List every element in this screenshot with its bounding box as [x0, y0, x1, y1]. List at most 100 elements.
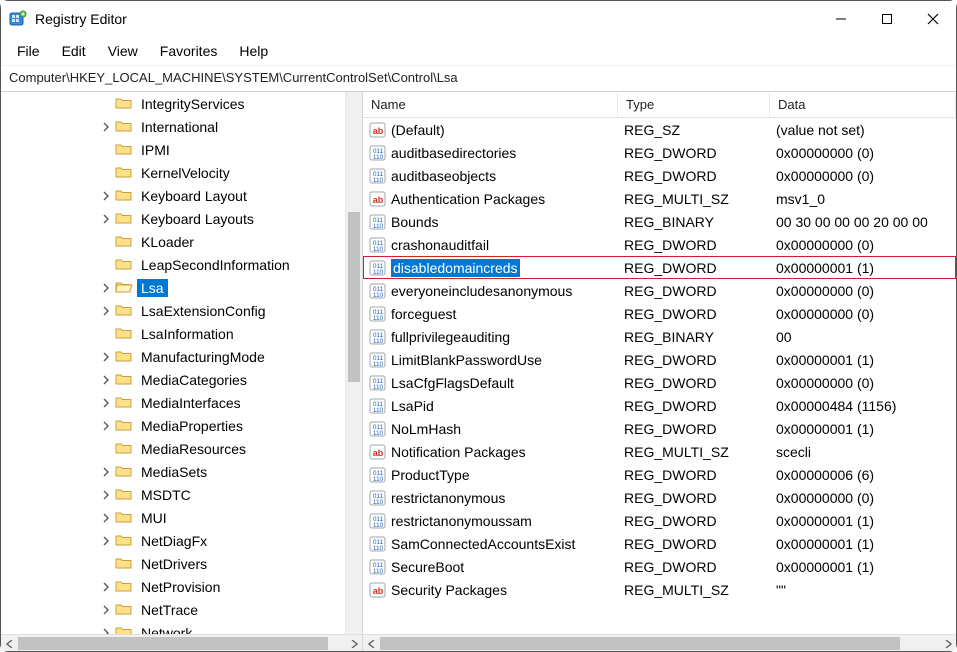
folder-icon: [115, 441, 133, 457]
tree-item-mediainterfaces[interactable]: MediaInterfaces: [1, 391, 362, 414]
chevron-right-icon[interactable]: [99, 511, 113, 525]
tree-item-kloader[interactable]: KLoader: [1, 230, 362, 253]
menu-help[interactable]: Help: [229, 39, 278, 63]
tree-item-netdrivers[interactable]: NetDrivers: [1, 552, 362, 575]
tree-item-lsa[interactable]: Lsa: [1, 276, 362, 299]
binary-value-icon: 011110: [369, 351, 387, 369]
close-button[interactable]: [910, 1, 956, 37]
value-row[interactable]: 011110forceguestREG_DWORD0x00000000 (0): [363, 302, 956, 325]
scrollbar-thumb[interactable]: [380, 637, 900, 650]
tree-item-lsainformation[interactable]: LsaInformation: [1, 322, 362, 345]
column-header-data[interactable]: Data: [770, 93, 956, 116]
app-icon: [9, 10, 27, 28]
chevron-right-icon[interactable]: [99, 373, 113, 387]
value-row[interactable]: abAuthentication PackagesREG_MULTI_SZmsv…: [363, 187, 956, 210]
value-row[interactable]: 011110SecureBootREG_DWORD0x00000001 (1): [363, 555, 956, 578]
value-row[interactable]: 011110restrictanonymousREG_DWORD0x000000…: [363, 486, 956, 509]
tree-item-mediasets[interactable]: MediaSets: [1, 460, 362, 483]
scrollbar-thumb[interactable]: [348, 212, 360, 382]
value-row[interactable]: 011110crashonauditfailREG_DWORD0x0000000…: [363, 233, 956, 256]
value-row[interactable]: abNotification PackagesREG_MULTI_SZscecl…: [363, 440, 956, 463]
tree-item-ipmi[interactable]: IPMI: [1, 138, 362, 161]
value-row[interactable]: 011110disabledomaincredsREG_DWORD0x00000…: [363, 256, 956, 279]
value-row[interactable]: 011110LsaPidREG_DWORD0x00000484 (1156): [363, 394, 956, 417]
chevron-right-icon[interactable]: [99, 580, 113, 594]
value-row[interactable]: ab(Default)REG_SZ(value not set): [363, 118, 956, 141]
chevron-right-icon[interactable]: [99, 419, 113, 433]
menu-edit[interactable]: Edit: [52, 39, 96, 63]
value-row[interactable]: 011110restrictanonymoussamREG_DWORD0x000…: [363, 509, 956, 532]
tree-item-netdiagfx[interactable]: NetDiagFx: [1, 529, 362, 552]
tree-item-mediaproperties[interactable]: MediaProperties: [1, 414, 362, 437]
column-header-type[interactable]: Type: [618, 93, 770, 116]
registry-tree[interactable]: IntegrityServices International IPMIKernel…: [1, 92, 362, 634]
tree-item-integrityservices[interactable]: IntegrityServices: [1, 92, 362, 115]
tree-item-lsaextensionconfig[interactable]: LsaExtensionConfig: [1, 299, 362, 322]
menu-file[interactable]: File: [7, 39, 50, 63]
maximize-button[interactable]: [864, 1, 910, 37]
chevron-right-icon[interactable]: [99, 534, 113, 548]
chevron-right-icon[interactable]: [99, 465, 113, 479]
list-horizontal-scrollbar[interactable]: [363, 634, 956, 651]
tree-item-international[interactable]: International: [1, 115, 362, 138]
binary-value-icon: 011110: [369, 558, 387, 576]
tree-item-keyboard-layout[interactable]: Keyboard Layout: [1, 184, 362, 207]
menu-favorites[interactable]: Favorites: [150, 39, 228, 63]
value-row[interactable]: 011110LsaCfgFlagsDefaultREG_DWORD0x00000…: [363, 371, 956, 394]
tree-item-keyboard-layouts[interactable]: Keyboard Layouts: [1, 207, 362, 230]
tree-pane: IntegrityServices International IPMIKernel…: [1, 92, 363, 651]
chevron-right-icon[interactable]: [99, 189, 113, 203]
value-row[interactable]: 011110everyoneincludesanonymousREG_DWORD…: [363, 279, 956, 302]
string-value-icon: ab: [369, 581, 387, 599]
value-name-cell: ab(Default): [363, 121, 618, 139]
chevron-right-icon[interactable]: [99, 603, 113, 617]
value-list[interactable]: ab(Default)REG_SZ(value not set)011110au…: [363, 118, 956, 634]
chevron-right-icon[interactable]: [99, 350, 113, 364]
tree-item-network[interactable]: Network: [1, 621, 362, 634]
tree-item-netprovision[interactable]: NetProvision: [1, 575, 362, 598]
chevron-right-icon[interactable]: [99, 304, 113, 318]
chevron-right-icon[interactable]: [99, 120, 113, 134]
value-row[interactable]: 011110BoundsREG_BINARY00 30 00 00 00 20 …: [363, 210, 956, 233]
scroll-right-arrow[interactable]: [345, 635, 362, 651]
chevron-right-icon[interactable]: [99, 488, 113, 502]
scrollbar-thumb[interactable]: [18, 637, 328, 650]
value-row[interactable]: 011110auditbasedirectoriesREG_DWORD0x000…: [363, 141, 956, 164]
chevron-right-icon[interactable]: [99, 626, 113, 635]
tree-item-nettrace[interactable]: NetTrace: [1, 598, 362, 621]
tree-vertical-scrollbar[interactable]: [345, 92, 362, 634]
value-data: 0x00000001 (1): [770, 260, 956, 276]
tree-item-label: LsaExtensionConfig: [137, 302, 270, 320]
value-row[interactable]: 011110NoLmHashREG_DWORD0x00000001 (1): [363, 417, 956, 440]
value-data: 00 30 00 00 00 20 00 00: [770, 214, 956, 230]
value-row[interactable]: abSecurity PackagesREG_MULTI_SZ"": [363, 578, 956, 601]
tree-item-leapsecondinformation[interactable]: LeapSecondInformation: [1, 253, 362, 276]
menu-view[interactable]: View: [98, 39, 148, 63]
value-row[interactable]: 011110SamConnectedAccountsExistREG_DWORD…: [363, 532, 956, 555]
tree-item-kernelvelocity[interactable]: KernelVelocity: [1, 161, 362, 184]
binary-value-icon: 011110: [369, 397, 387, 415]
address-bar[interactable]: Computer\HKEY_LOCAL_MACHINE\SYSTEM\Curre…: [1, 65, 956, 92]
value-row[interactable]: 011110ProductTypeREG_DWORD0x00000006 (6): [363, 463, 956, 486]
chevron-right-icon[interactable]: [99, 212, 113, 226]
column-header-name[interactable]: Name: [363, 93, 618, 116]
chevron-right-icon[interactable]: [99, 281, 113, 295]
chevron-right-icon[interactable]: [99, 396, 113, 410]
value-row[interactable]: 011110auditbaseobjectsREG_DWORD0x0000000…: [363, 164, 956, 187]
scroll-left-arrow[interactable]: [1, 635, 18, 651]
value-row[interactable]: 011110LimitBlankPasswordUseREG_DWORD0x00…: [363, 348, 956, 371]
value-row[interactable]: 011110fullprivilegeauditingREG_BINARY00: [363, 325, 956, 348]
scroll-right-arrow[interactable]: [939, 635, 956, 651]
folder-icon: [115, 119, 133, 135]
tree-item-manufacturingmode[interactable]: ManufacturingMode: [1, 345, 362, 368]
scroll-left-arrow[interactable]: [363, 635, 380, 651]
tree-horizontal-scrollbar[interactable]: [1, 634, 362, 651]
tree-item-mediacategories[interactable]: MediaCategories: [1, 368, 362, 391]
tree-item-mediaresources[interactable]: MediaResources: [1, 437, 362, 460]
value-type: REG_SZ: [618, 122, 770, 138]
tree-item-label: MediaCategories: [137, 371, 251, 389]
tree-item-label: International: [137, 118, 222, 136]
tree-item-mui[interactable]: MUI: [1, 506, 362, 529]
minimize-button[interactable]: [818, 1, 864, 37]
tree-item-msdtc[interactable]: MSDTC: [1, 483, 362, 506]
